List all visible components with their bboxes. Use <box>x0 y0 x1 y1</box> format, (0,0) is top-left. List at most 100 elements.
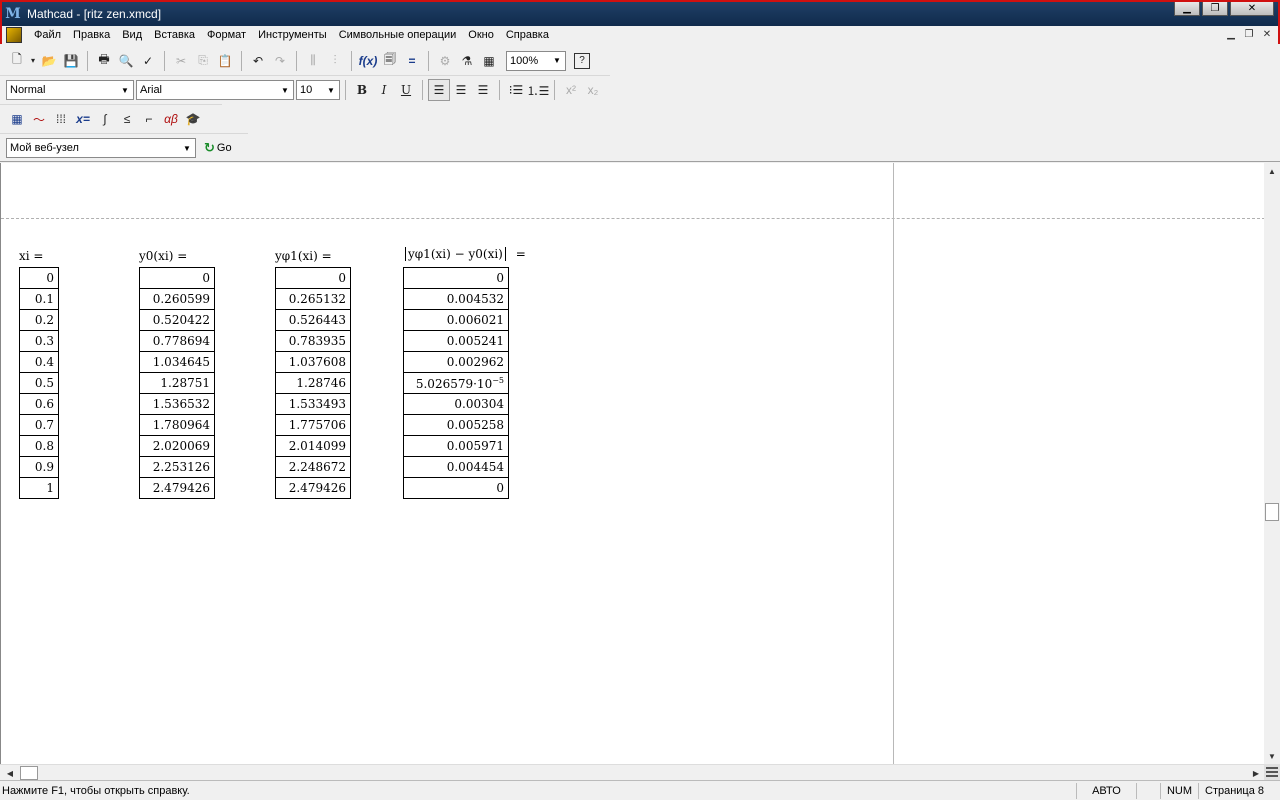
subscript-icon[interactable]: x₂ <box>582 79 604 101</box>
save-icon[interactable]: 💾 <box>60 50 82 72</box>
scroll-left-icon[interactable]: ◀ <box>2 765 18 781</box>
matrix-icon[interactable]: ⁞⁞⁞ <box>50 108 72 130</box>
size-grip-icon[interactable] <box>1264 764 1280 780</box>
table-row: 1.533493 <box>275 393 351 415</box>
doc-minimize-icon[interactable]: ▁ <box>1224 28 1238 40</box>
align-center-icon[interactable]: ☰ <box>450 79 472 101</box>
new-dropdown-icon[interactable]: ▾ <box>28 50 38 72</box>
table-row: 1.28746 <box>275 372 351 394</box>
toolbar-separator <box>499 80 500 100</box>
table-row: 0.778694 <box>139 330 215 352</box>
chevron-down-icon: ▼ <box>327 85 335 95</box>
undo-icon[interactable]: ↶ <box>247 50 269 72</box>
horizontal-scrollbar[interactable]: ◀ ▶ <box>0 764 1264 780</box>
print-preview-icon[interactable]: 🔍 <box>115 50 137 72</box>
menu-symbolics[interactable]: Символьные операции <box>333 29 463 41</box>
greek-icon[interactable]: αβ <box>160 108 182 130</box>
menu-format[interactable]: Формат <box>201 29 252 41</box>
yphi1-header: yφ1(xi) = <box>275 249 332 263</box>
doc-close-icon[interactable]: ✕ <box>1260 28 1274 40</box>
close-button[interactable]: ✕ <box>1230 2 1274 16</box>
table-row: 1.536532 <box>139 393 215 415</box>
go-button[interactable]: ↻ Go <box>204 140 232 156</box>
worksheet[interactable]: xi = 0 0.1 0.2 0.3 0.4 0.5 0.6 0.7 0.8 0.9 1 y0(xi… <box>0 163 1264 764</box>
toolbar-separator <box>428 50 429 71</box>
paste-icon[interactable]: 📋 <box>214 50 236 72</box>
table-cell: 0.005258 <box>403 414 509 436</box>
vertical-scroll-thumb[interactable] <box>1265 503 1279 521</box>
boolean-icon[interactable]: ≤ <box>116 108 138 130</box>
zoom-select[interactable]: 100% ▼ <box>506 50 566 71</box>
copy-icon[interactable]: ⎘ <box>192 50 214 72</box>
redo-icon[interactable]: ↷ <box>269 50 291 72</box>
table-row: 0.00304 <box>403 393 509 415</box>
window-controls: ▁ ❐ ✕ <box>1174 2 1274 16</box>
align-right-icon[interactable]: ☰ <box>472 79 494 101</box>
table-row: 1 <box>20 478 59 499</box>
resource-center-icon[interactable]: ⚗ <box>456 50 478 72</box>
minimize-button[interactable]: ▁ <box>1174 2 1200 16</box>
align-left-icon[interactable]: ☰ <box>428 79 450 101</box>
web-address-select[interactable]: Мой веб-узел ▼ <box>6 138 196 158</box>
bullet-list-icon[interactable]: ⁝☰ <box>505 79 527 101</box>
abs-difference-result-table: 0 0.004532 0.006021 0.005241 0.002962 5.02657… <box>403 267 509 499</box>
print-icon[interactable]: 🖶 <box>93 50 115 72</box>
table-row: 0.006021 <box>403 309 509 331</box>
calculus-icon[interactable]: ∫ <box>94 108 116 130</box>
graph-icon[interactable]: 〜 <box>28 108 50 130</box>
superscript-icon[interactable]: x² <box>560 79 582 101</box>
title-bar: M Mathcad - [ritz zen.xmcd] ▁ ❐ ✕ <box>0 0 1280 26</box>
bold-button[interactable]: B <box>351 79 373 101</box>
style-select[interactable]: Normal ▼ <box>6 80 134 100</box>
menu-edit[interactable]: Правка <box>67 29 116 41</box>
insert-table-icon[interactable]: ▦ <box>478 50 500 72</box>
font-select[interactable]: Arial ▼ <box>136 80 294 100</box>
table-row: 2.014099 <box>275 435 351 457</box>
doc-restore-icon[interactable]: ❐ <box>1242 28 1256 40</box>
toolbar-separator <box>296 50 297 71</box>
scroll-down-icon[interactable]: ▼ <box>1264 748 1280 764</box>
menu-insert[interactable]: Вставка <box>148 29 201 41</box>
new-document-icon[interactable]: 🗋 <box>6 50 28 72</box>
programming-icon[interactable]: ⌐ <box>138 108 160 130</box>
table-cell: 0.265132 <box>275 288 351 310</box>
horizontal-scroll-thumb[interactable] <box>20 766 38 780</box>
spellcheck-icon[interactable]: ✓ <box>137 50 159 72</box>
go-label: Go <box>216 142 232 154</box>
status-caps <box>1135 782 1160 799</box>
font-size-select[interactable]: 10 ▼ <box>296 80 340 100</box>
menu-view[interactable]: Вид <box>116 29 148 41</box>
scroll-up-icon[interactable]: ▲ <box>1264 163 1280 179</box>
table-cell: 2.014099 <box>275 435 351 457</box>
maximize-button[interactable]: ❐ <box>1202 2 1228 16</box>
align-across-icon[interactable]: ⫼ <box>302 50 324 72</box>
table-cell: 0.778694 <box>139 330 215 352</box>
insert-component-icon[interactable]: ⚙ <box>434 50 456 72</box>
help-icon[interactable]: ? <box>574 52 590 69</box>
italic-button[interactable]: I <box>373 79 395 101</box>
cut-icon[interactable]: ✂ <box>170 50 192 72</box>
evaluation-icon[interactable]: x= <box>72 108 94 130</box>
menu-tools[interactable]: Инструменты <box>252 29 333 41</box>
table-row: 0.4 <box>19 351 59 373</box>
restore-icon: ❐ <box>1210 3 1220 14</box>
menu-file[interactable]: Файл <box>28 29 67 41</box>
table-row: 5.026579·10−5 <box>403 372 509 394</box>
table-row: 2.479426 <box>140 478 215 499</box>
document-icon[interactable] <box>6 27 22 43</box>
numbered-list-icon[interactable]: ⒈☰ <box>527 79 550 101</box>
symbolic-icon[interactable]: 🎓 <box>182 108 204 130</box>
insert-function-icon[interactable]: f(x) <box>357 50 379 72</box>
calculator-icon[interactable]: ▦ <box>6 108 28 130</box>
calculate-icon[interactable]: = <box>401 50 423 72</box>
vertical-scrollbar[interactable]: ▲ ▼ <box>1264 163 1280 764</box>
scroll-right-icon[interactable]: ▶ <box>1248 765 1264 781</box>
menu-window[interactable]: Окно <box>462 29 500 41</box>
menu-help[interactable]: Справка <box>500 29 555 41</box>
table-row: 2.248672 <box>275 456 351 478</box>
table-cell: 0.260599 <box>139 288 215 310</box>
insert-unit-icon[interactable]: 🗐 <box>379 50 401 72</box>
open-folder-icon[interactable]: 📂 <box>38 50 60 72</box>
underline-button[interactable]: U <box>395 79 417 101</box>
align-down-icon[interactable]: ⫶ <box>324 50 346 72</box>
